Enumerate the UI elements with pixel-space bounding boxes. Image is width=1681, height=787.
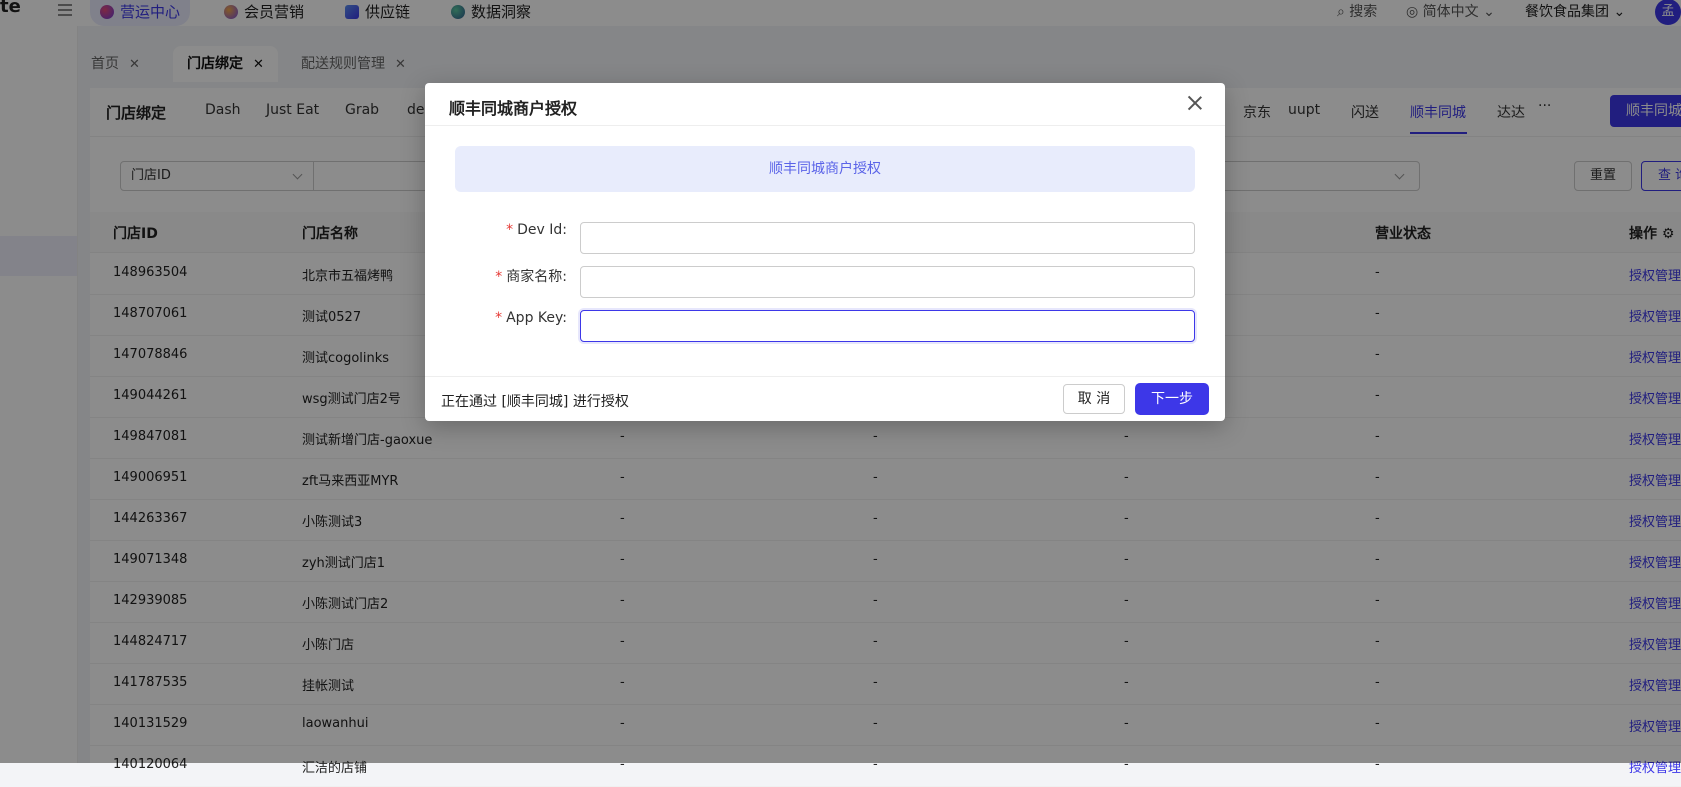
close-icon[interactable]	[1185, 93, 1205, 113]
app-key-input[interactable]	[580, 310, 1195, 342]
dev-id-input[interactable]	[580, 222, 1195, 254]
merchant-name-label: * 商家名称:	[495, 269, 567, 285]
required-mark: *	[495, 310, 503, 326]
dialog-footer: 正在通过 [顺丰同城] 进行授权 取 消 下一步	[425, 376, 1225, 422]
required-mark: *	[495, 269, 503, 285]
dev-id-label: * Dev Id:	[506, 222, 567, 238]
required-mark: *	[506, 222, 514, 238]
dialog-title: 顺丰同城商户授权	[449, 99, 578, 118]
authorization-dialog: 顺丰同城商户授权 顺丰同城商户授权 * Dev Id: * 商家名称: * App K…	[425, 83, 1225, 421]
info-banner: 顺丰同城商户授权	[455, 146, 1195, 192]
cancel-button[interactable]: 取 消	[1063, 384, 1125, 414]
authorization-status-text: 正在通过 [顺丰同城] 进行授权	[441, 394, 629, 410]
next-button[interactable]: 下一步	[1135, 383, 1209, 415]
app-key-label: * App Key:	[495, 310, 567, 326]
merchant-name-input[interactable]	[580, 266, 1195, 298]
divider	[425, 125, 1225, 126]
